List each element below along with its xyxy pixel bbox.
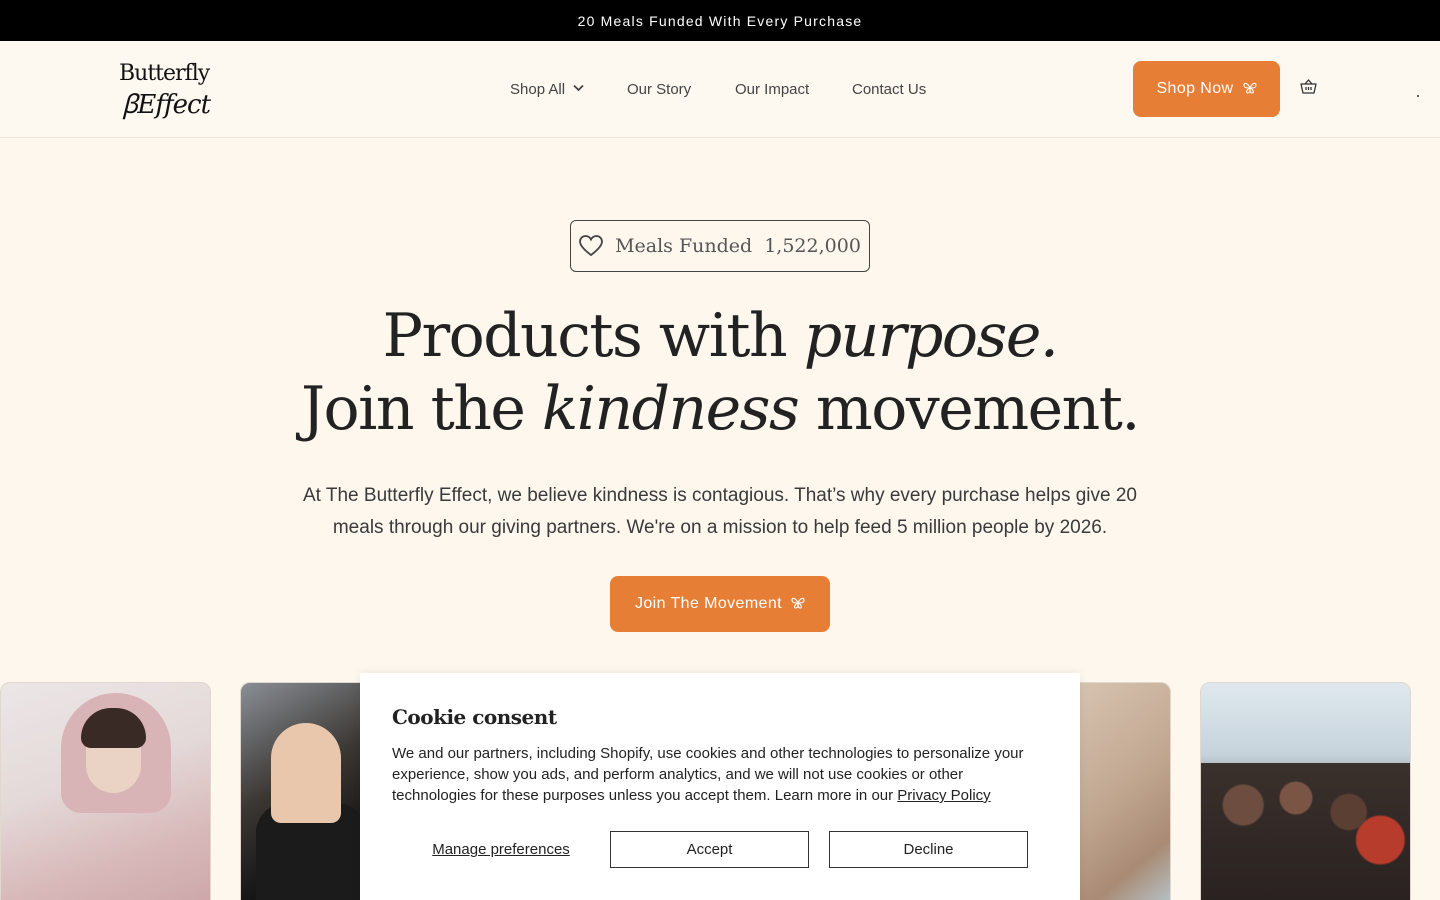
heart-icon (579, 235, 603, 257)
nav-shop-all-label: Shop All (510, 80, 566, 98)
hero-title-line1: Products with purpose. (382, 301, 1059, 371)
gallery-image-hoodie[interactable] (0, 682, 211, 900)
gallery-image-volunteer[interactable] (240, 682, 380, 900)
hero-lead: At The Butterfly Effect, we believe kind… (303, 485, 1137, 538)
shop-now-label: Shop Now (1156, 80, 1234, 97)
cookie-title: Cookie consent (392, 705, 557, 729)
nav-our-impact-label: Our Impact (735, 80, 810, 98)
chevron-down-icon (573, 84, 584, 95)
butterfly-icon (791, 597, 805, 612)
hero-title-line2: Join the kindness movement. (301, 374, 1140, 444)
accept-button[interactable]: Accept (610, 831, 809, 868)
meals-funded-count: 1,522,000 (764, 235, 861, 257)
basket-icon (1299, 79, 1317, 99)
meals-funded-label: Meals Funded (615, 235, 753, 257)
site-header: Butterfly ꞵEffect Shop All Our Story Our… (0, 41, 1440, 138)
nav-our-story[interactable]: Our Story (627, 41, 691, 137)
join-movement-label: Join The Movement (634, 595, 783, 612)
logo-line1: Butterfly (119, 61, 210, 86)
nav-our-impact[interactable]: Our Impact (735, 41, 809, 137)
announcement-text: 20 Meals Funded With Every Purchase (577, 12, 863, 29)
nav-our-story-label: Our Story (627, 80, 692, 98)
nav-shop-all[interactable]: Shop All (510, 41, 584, 137)
join-movement-button[interactable]: Join The Movement (610, 576, 830, 632)
meals-funded-badge: Meals Funded 1,522,000 (570, 220, 870, 272)
announcement-bar: 20 Meals Funded With Every Purchase (0, 0, 1440, 41)
privacy-policy-link[interactable]: Privacy Policy (897, 787, 990, 804)
butterfly-icon (1242, 82, 1257, 97)
hero-title: Products with purpose. Join the kindness… (0, 300, 1440, 446)
nav-contact-us-label: Contact Us (852, 80, 927, 98)
logo-line2: ꞵEffect (122, 90, 211, 120)
nav-contact-us[interactable]: Contact Us (852, 41, 926, 137)
shop-now-button[interactable]: Shop Now (1133, 61, 1280, 117)
logo[interactable]: Butterfly ꞵEffect (119, 61, 223, 120)
manage-preferences-button[interactable]: Manage preferences (392, 831, 610, 868)
decorative-dot (1417, 95, 1419, 97)
cookie-actions: Manage preferences Accept Decline (392, 831, 1048, 868)
cart-button[interactable] (1298, 79, 1318, 99)
gallery-image-community[interactable] (1200, 682, 1411, 900)
cookie-consent-dialog: Cookie consent We and our partners, incl… (360, 673, 1080, 900)
decline-button[interactable]: Decline (829, 831, 1028, 868)
logo-butterfly-mark: ꞵ (122, 90, 138, 120)
cookie-body: We and our partners, including Shopify, … (392, 745, 1024, 804)
